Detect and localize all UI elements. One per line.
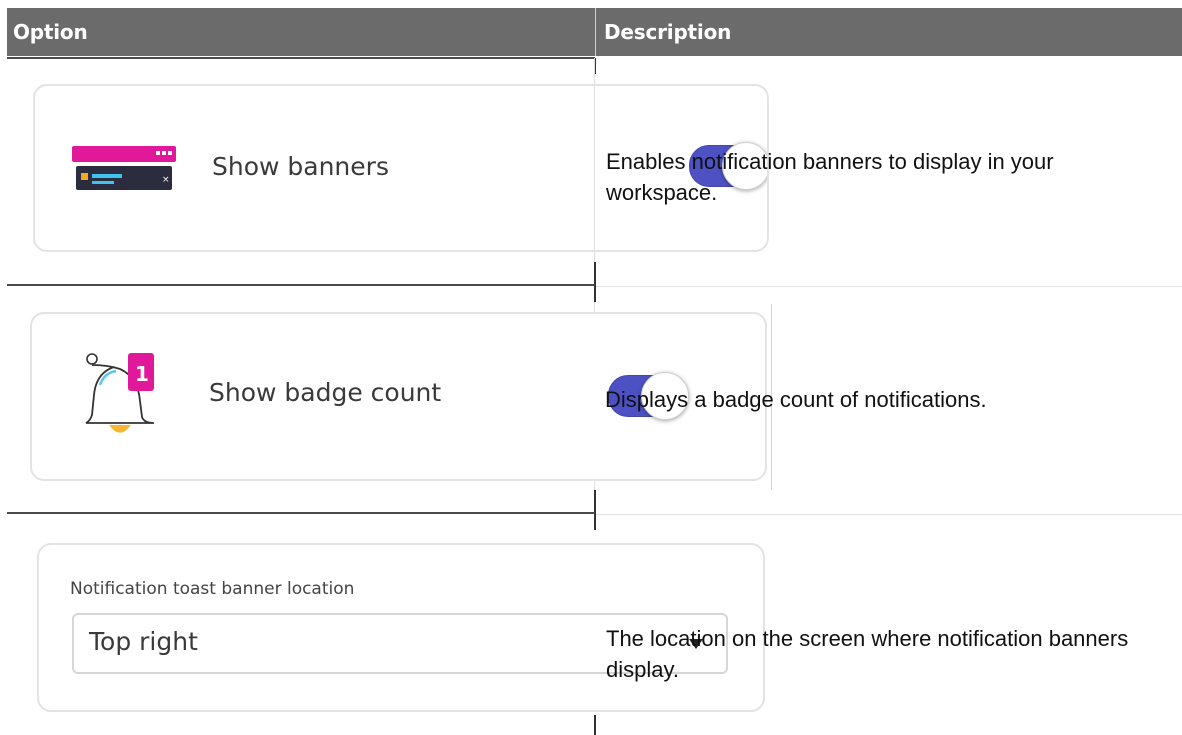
column-tick <box>594 262 596 302</box>
row-separator <box>596 286 1182 287</box>
svg-text:×: × <box>162 175 170 185</box>
header-option: Option <box>13 20 88 44</box>
selected-value: Top right <box>89 627 198 656</box>
header-description: Description <box>604 20 732 44</box>
row-separator <box>596 514 1182 515</box>
column-tick <box>594 490 596 530</box>
row-separator <box>7 57 595 59</box>
row-description: Enables notification banners to display … <box>606 149 1054 205</box>
row-separator <box>7 284 595 286</box>
row-description: Displays a badge count of notifications. <box>605 387 987 412</box>
badge-count: 1 <box>135 362 149 386</box>
column-tick <box>594 715 596 735</box>
bell-icon: 1 <box>85 353 155 433</box>
banner-icon: × <box>72 146 176 190</box>
row-description: The location on the screen where notific… <box>606 626 1129 682</box>
header-divider <box>595 8 596 56</box>
option-label: Show banners <box>212 152 389 181</box>
row-separator <box>7 512 595 514</box>
option-label: Show badge count <box>209 378 442 407</box>
field-label: Notification toast banner location <box>70 579 355 599</box>
